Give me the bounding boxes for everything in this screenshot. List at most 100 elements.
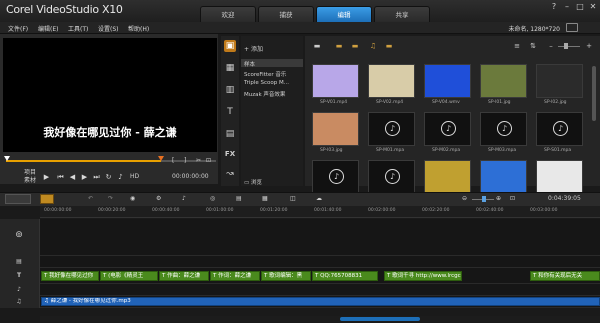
media-thumbnail[interactable]: ♪: [536, 112, 583, 146]
music-clip[interactable]: ♫ 薛之谦 - 我好像在哪见过你.mp3: [41, 297, 600, 306]
title-clip[interactable]: T 作曲：薛之谦: [159, 271, 209, 281]
media-thumbnail[interactable]: ♪: [424, 112, 471, 146]
timeline-scrollbar[interactable]: [40, 316, 600, 322]
maximize-button[interactable]: □: [574, 2, 586, 12]
media-thumbnail[interactable]: [424, 160, 471, 194]
media-thumbnail[interactable]: [536, 64, 583, 98]
media-thumbnail[interactable]: ♪: [312, 160, 359, 194]
mode-project-label[interactable]: 项目: [24, 169, 36, 177]
media-thumbnail[interactable]: [536, 160, 583, 194]
title-clip[interactable]: T 歌词千寻 http://www.lrcgc: [384, 271, 462, 281]
media-thumbnail[interactable]: [368, 64, 415, 98]
scrub-start-handle[interactable]: [4, 156, 10, 161]
list-view-icon[interactable]: ≡: [512, 42, 522, 50]
multi-camera-icon[interactable]: ▦: [262, 195, 268, 203]
title-clip[interactable]: T (电影《精灵王: [100, 271, 158, 281]
scrub-end-handle[interactable]: [158, 156, 165, 161]
split-clip-icon[interactable]: ✂: [196, 157, 201, 165]
menu-edit[interactable]: 编辑(E): [38, 24, 58, 33]
sort-icon[interactable]: ⇅: [528, 42, 538, 50]
tab-welcome[interactable]: 欢迎: [200, 6, 256, 22]
previous-frame-icon[interactable]: ◀: [68, 173, 77, 181]
show-project-icon[interactable]: ▬: [384, 42, 394, 50]
repeat-icon[interactable]: ↻: [104, 173, 113, 181]
thumb-size-large-icon[interactable]: +: [584, 42, 594, 50]
media-thumbnail[interactable]: [424, 64, 471, 98]
folder-samples[interactable]: 样本: [244, 60, 255, 68]
redo-icon[interactable]: ↷: [108, 195, 113, 203]
media-thumbnail[interactable]: ♪: [480, 112, 527, 146]
instant-project-icon[interactable]: ▦: [224, 62, 236, 74]
mark-in-button[interactable]: [: [172, 157, 174, 165]
record-capture-icon[interactable]: ◉: [130, 195, 135, 203]
folder-scorefitter[interactable]: ScoreFitter 音乐: [244, 70, 286, 78]
media-thumbnail[interactable]: ♪: [368, 112, 415, 146]
hd-label[interactable]: HD: [130, 173, 139, 181]
title-clip[interactable]: T 作词：薛之谦: [210, 271, 260, 281]
timeline-scroll-thumb[interactable]: [340, 317, 420, 321]
folder-icon[interactable]: ▬: [312, 42, 322, 50]
subtitle-editor-icon[interactable]: ▤: [236, 195, 242, 203]
thumb-size-small-icon[interactable]: –: [546, 42, 556, 50]
add-folder-button[interactable]: + 添加: [244, 44, 263, 53]
browse-button[interactable]: ▭ 浏览: [244, 178, 262, 186]
tab-edit[interactable]: 编辑: [316, 6, 372, 22]
zoom-in-icon[interactable]: ⊕: [496, 195, 501, 203]
timeline-view-button[interactable]: [40, 194, 54, 204]
minimize-button[interactable]: –: [561, 2, 573, 12]
sound-mixer-icon[interactable]: ⚙: [156, 195, 161, 203]
end-icon[interactable]: ⏭: [92, 173, 101, 181]
thumb-size-slider[interactable]: [558, 46, 580, 47]
menu-settings[interactable]: 设置(S): [98, 24, 119, 33]
motion-tracking-icon[interactable]: ◎: [210, 195, 215, 203]
title-clip[interactable]: T 歌词编辑：黑: [261, 271, 311, 281]
menu-tools[interactable]: 工具(T): [68, 24, 88, 33]
library-scrollbar[interactable]: [592, 66, 596, 121]
folder-triple-scoop[interactable]: Triple Scoop M...: [244, 80, 289, 86]
media-thumbnail[interactable]: [480, 160, 527, 194]
path-icon[interactable]: ↝: [224, 168, 236, 180]
fullscreen-icon[interactable]: [566, 23, 578, 32]
media-thumbnail[interactable]: [480, 64, 527, 98]
undo-icon[interactable]: ↶: [88, 195, 93, 203]
media-thumbnail[interactable]: ♪: [368, 160, 415, 194]
mask-creator-icon[interactable]: ☁: [316, 195, 322, 203]
tab-share[interactable]: 共享: [374, 6, 430, 22]
mark-out-button[interactable]: ]: [184, 157, 186, 165]
tab-capture[interactable]: 捕获: [258, 6, 314, 22]
split-screen-icon[interactable]: ◫: [290, 195, 296, 203]
overlay-track[interactable]: [0, 256, 600, 268]
storyboard-view-button[interactable]: [5, 194, 31, 204]
graphic-icon[interactable]: ▤: [224, 128, 236, 140]
mode-clip-label[interactable]: 素材: [24, 177, 36, 185]
title-clip[interactable]: T QQ:765708831: [312, 271, 378, 281]
media-icon[interactable]: ▣: [224, 40, 236, 52]
zoom-preview-icon[interactable]: ⊡: [206, 157, 211, 165]
filter-icon[interactable]: FX: [224, 148, 236, 160]
thumb-size-handle[interactable]: [564, 43, 568, 49]
menu-help[interactable]: 帮助(H): [128, 24, 149, 33]
transition-icon[interactable]: ▥: [224, 84, 236, 96]
title-clip[interactable]: T 我好像在哪见过你: [41, 271, 99, 281]
video-track[interactable]: [0, 219, 600, 256]
help-icon[interactable]: ?: [548, 2, 560, 12]
next-frame-icon[interactable]: ▶: [80, 173, 89, 181]
home-icon[interactable]: ⏮: [56, 173, 65, 181]
close-button[interactable]: ✕: [587, 2, 599, 12]
title-clip[interactable]: T 和你有关现后无关: [530, 271, 600, 281]
fit-project-icon[interactable]: ⊡: [510, 195, 515, 203]
zoom-slider-handle[interactable]: [482, 196, 486, 202]
media-thumbnail[interactable]: [312, 112, 359, 146]
auto-music-icon[interactable]: ♪: [182, 195, 186, 203]
show-audio-icon[interactable]: ♫: [368, 42, 378, 50]
title-icon[interactable]: T: [224, 106, 236, 118]
show-photo-icon[interactable]: ▬: [350, 42, 360, 50]
timecode[interactable]: 00:00:00:00: [172, 173, 209, 181]
media-thumbnail[interactable]: [312, 64, 359, 98]
folder-muzak[interactable]: Muzak 声音效果: [244, 90, 285, 98]
play-icon[interactable]: ▶: [42, 173, 51, 181]
zoom-out-icon[interactable]: ⊖: [462, 195, 467, 203]
menu-file[interactable]: 文件(F): [8, 24, 28, 33]
voice-track[interactable]: [0, 284, 600, 296]
show-video-icon[interactable]: ▬: [334, 42, 344, 50]
